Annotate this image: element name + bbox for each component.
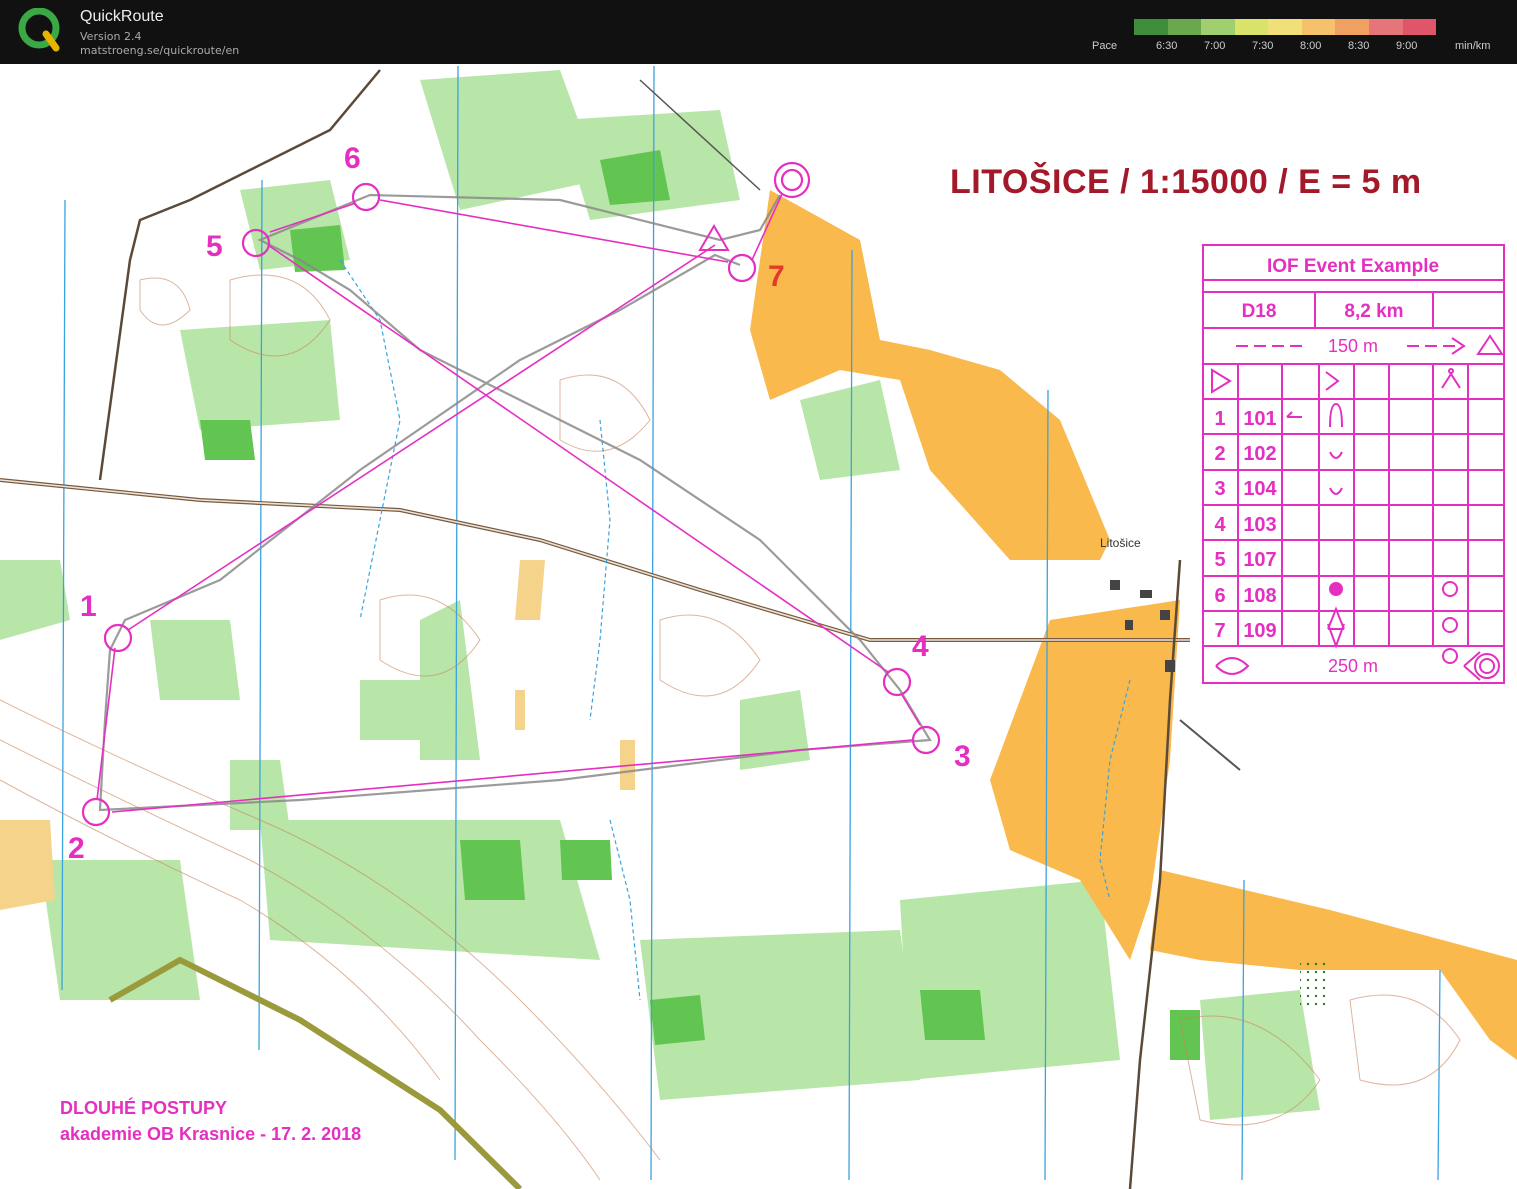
app-version: Version 2.4 [80,30,142,43]
pace-tick: 7:00 [1204,40,1226,52]
map-title: LITOŠICE / 1:15000 / E = 5 m [950,163,1422,201]
quickroute-logo-icon [18,8,60,52]
control-number: 4 [912,630,929,663]
cd-start-distance: 150 m [1328,336,1378,356]
cd-row-number: 1 [1214,408,1225,430]
app-url[interactable]: matstroeng.se/quickroute/en [80,44,239,57]
pace-color-scale [1134,19,1437,35]
vegetation [0,70,1320,1120]
control-number: 3 [954,740,971,773]
cd-length: 8,2 km [1344,301,1403,322]
village-label: Litošice [1100,536,1141,550]
control-description-sheet: IOF Event Example D18 8,2 km 150 m 250 m… [1202,244,1505,684]
pace-label: Pace [1092,40,1118,52]
cd-row-code: 102 [1243,443,1276,465]
pace-unit: min/km [1455,40,1491,52]
cd-row-number: 2 [1214,443,1225,465]
title-bar: QuickRoute Version 2.4 matstroeng.se/qui… [0,0,1517,64]
pace-tick: 6:30 [1156,40,1178,52]
pace-tick: 8:30 [1348,40,1370,52]
pace-tick: 7:30 [1252,40,1274,52]
orienteering-map[interactable]: LITOŠICE / 1:15000 / E = 5 m Litošice 1 … [0,64,1517,1189]
finish-circle-icon [773,161,811,199]
pace-tick: 9:00 [1396,40,1418,52]
pace-color-swatch [1268,19,1302,35]
cd-row-code: 104 [1243,478,1277,500]
footer-title: DLOUHÉ POSTUPY [60,1098,228,1118]
cd-row-number: 4 [1214,514,1226,536]
cd-row-number: 3 [1214,478,1225,500]
control-number: 2 [68,832,85,865]
cd-row-code: 103 [1243,514,1276,536]
pace-color-swatch [1167,19,1202,35]
cd-row-code: 109 [1243,620,1276,642]
cd-row-number: 5 [1214,549,1225,571]
control-number: 5 [206,230,223,263]
footer-subtitle: akademie OB Krasnice - 17. 2. 2018 [60,1124,362,1144]
pace-tick: 8:00 [1300,40,1322,52]
pace-color-swatch [1301,19,1336,35]
pace-color-swatch [1402,19,1437,35]
app-title: QuickRoute [80,8,164,25]
pace-color-swatch [1234,19,1269,35]
pace-color-swatch [1335,19,1369,35]
control-number: 7 [768,260,785,293]
cd-row-code: 108 [1243,585,1276,607]
control-number: 1 [80,590,97,623]
cd-row-code: 101 [1243,408,1276,430]
pace-color-swatch [1201,19,1235,35]
control-number: 6 [344,142,361,175]
cd-finish-distance: 250 m [1328,656,1378,676]
cd-row-number: 6 [1214,585,1225,607]
pace-color-swatch [1368,19,1403,35]
cd-row-code: 107 [1243,549,1276,571]
cd-event-name: IOF Event Example [1267,256,1439,277]
cd-row-number: 7 [1214,620,1225,642]
pace-color-swatch [1134,19,1168,35]
cd-class: D18 [1242,301,1277,322]
